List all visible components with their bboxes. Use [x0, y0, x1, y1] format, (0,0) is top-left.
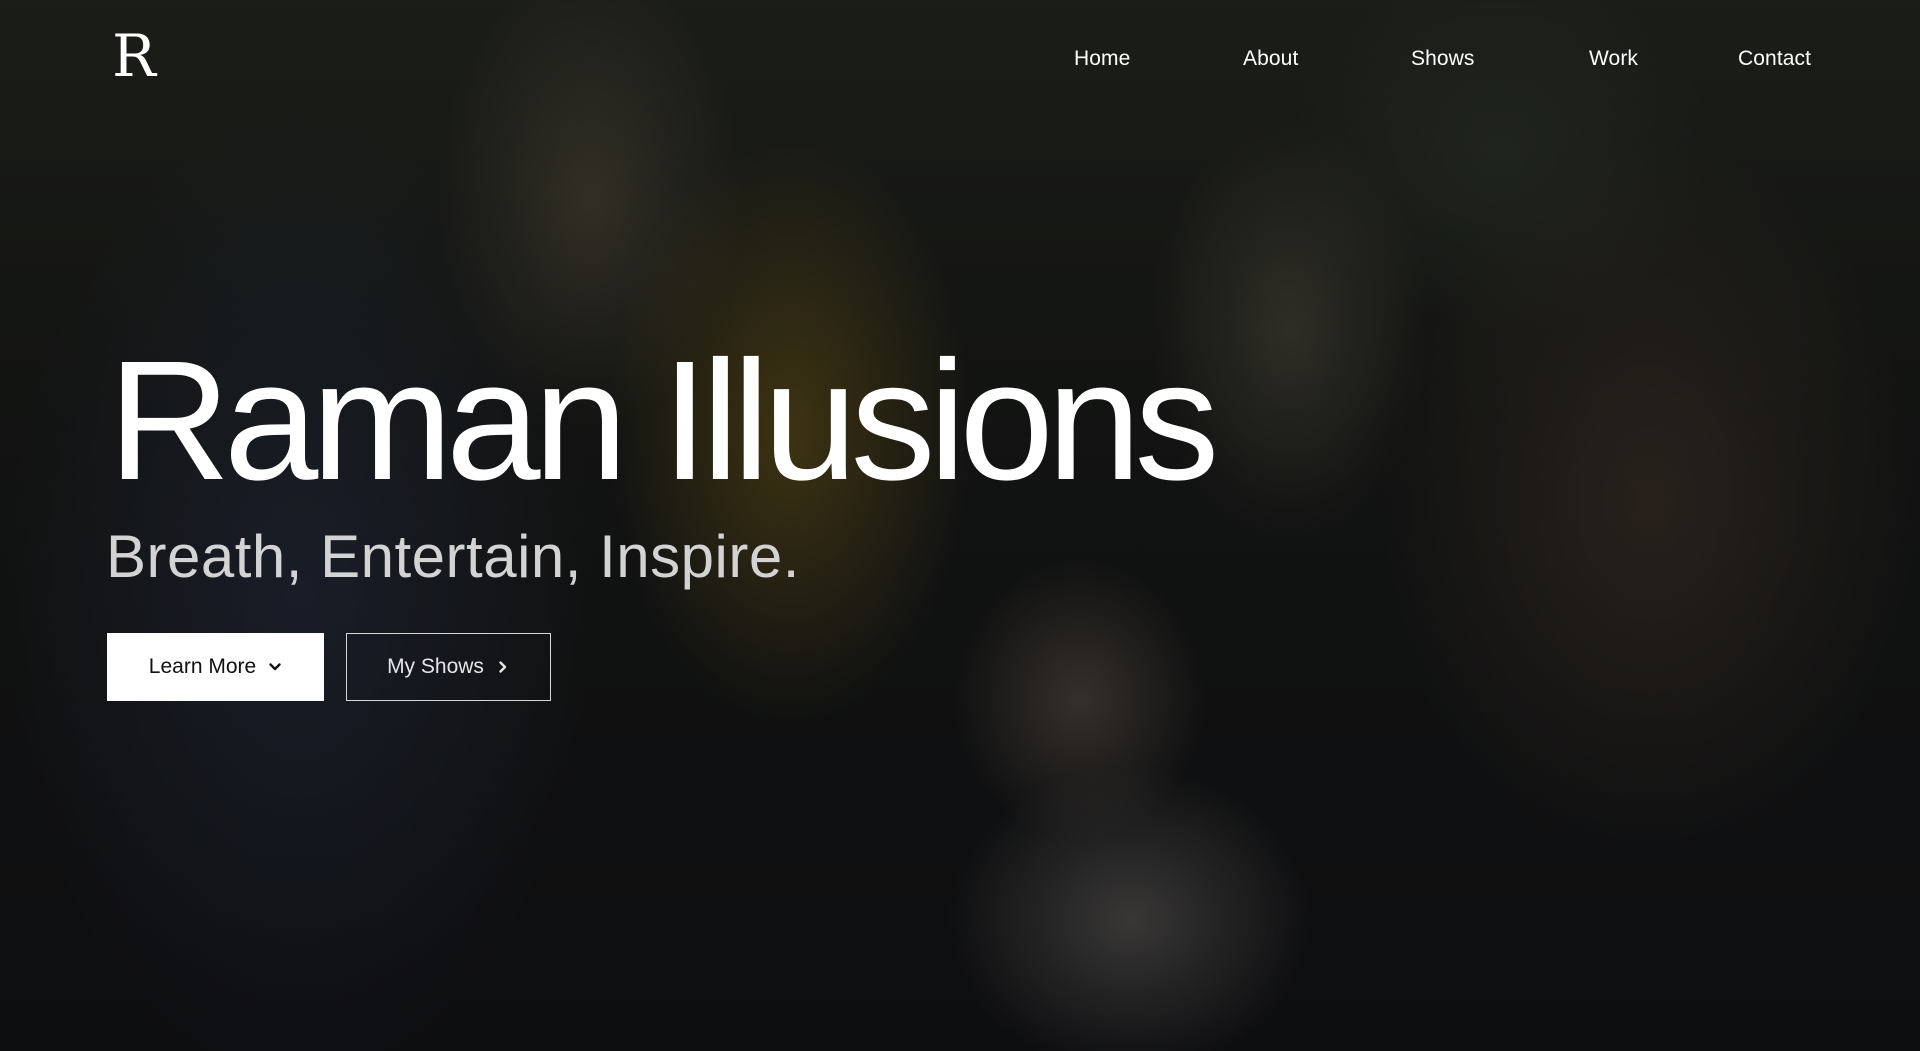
my-shows-button[interactable]: My Shows: [346, 633, 551, 701]
hero-title: Raman Illusions: [108, 326, 1219, 516]
hero-subtitle: Breath, Entertain, Inspire.: [106, 523, 800, 590]
main-nav: Home About Shows Work Contact: [0, 44, 1920, 74]
nav-about[interactable]: About: [1243, 44, 1298, 74]
nav-home[interactable]: Home: [1074, 44, 1130, 74]
chevron-right-icon: [496, 660, 510, 674]
nav-contact[interactable]: Contact: [1738, 44, 1811, 74]
my-shows-label: My Shows: [387, 655, 484, 678]
learn-more-label: Learn More: [148, 655, 257, 678]
nav-work[interactable]: Work: [1589, 44, 1638, 74]
nav-shows[interactable]: Shows: [1411, 44, 1475, 74]
learn-more-button[interactable]: Learn More: [107, 633, 324, 701]
chevron-down-icon: [268, 660, 282, 674]
hero-section: R Home About Shows Work Contact Raman Il…: [0, 0, 1920, 1051]
